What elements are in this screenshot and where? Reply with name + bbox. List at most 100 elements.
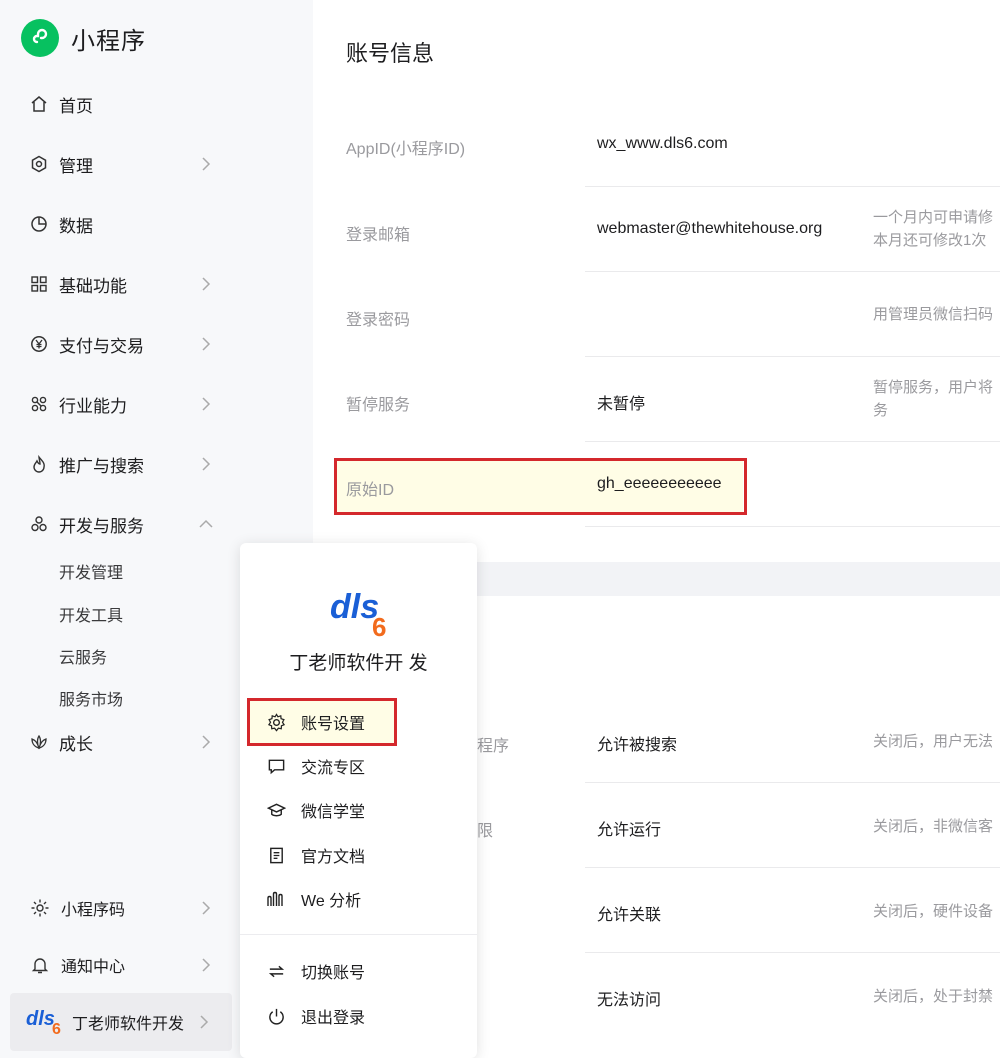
info-row-password: 登录密码 用管理员微信扫码: [313, 272, 1000, 357]
sidebar-item-label: 小程序码: [61, 902, 126, 919]
chevron-right-icon: [202, 457, 211, 471]
chevron-right-icon: [202, 277, 211, 291]
info-label: 登录密码: [346, 312, 411, 329]
settings-value: 无法访问: [597, 992, 662, 1009]
chat-bubble-icon: [266, 756, 286, 776]
miniprogram-logo-icon: [21, 19, 59, 57]
menu-item-label: 切换账号: [301, 965, 366, 982]
org-name: 丁老师软件开 发: [289, 653, 428, 674]
info-note: 本月还可修改1次: [873, 232, 987, 249]
menu-item-label: 官方文档: [301, 849, 366, 866]
settings-note: 关闭后，硬件设备: [873, 903, 994, 920]
brand[interactable]: 小程序: [21, 19, 146, 57]
menu-item-logout[interactable]: 退出登录: [266, 1001, 365, 1031]
highlight-frame-original-id: [334, 458, 747, 515]
settings-label: 限: [477, 823, 494, 840]
menu-item-label: 微信学堂: [301, 804, 366, 821]
chevron-up-icon: [199, 519, 213, 528]
sidebar-item-label: 首页: [59, 96, 93, 116]
molecule-icon: [30, 395, 48, 413]
sidebar-item-label: 推广与搜索: [59, 456, 144, 476]
account-dropdown: dls 6 丁老师软件开 发 账号设置 交流专区 微信学堂 官方文档 We 分析: [240, 543, 477, 1058]
yen-coin-icon: [30, 335, 48, 353]
sidebar-item-label: 行业能力: [59, 396, 127, 416]
sidebar-subitem-market[interactable]: 服务市场: [59, 686, 123, 710]
sidebar-item-payment[interactable]: 支付与交易: [30, 329, 220, 359]
dls6-logo: dls 6: [330, 588, 387, 642]
sidebar-subitem-dev-tools[interactable]: 开发工具: [59, 602, 123, 626]
bell-icon: [30, 955, 50, 975]
graduation-cap-icon: [266, 800, 286, 820]
info-note: 一个月内可申请修: [873, 209, 994, 226]
sidebar-item-label: 成长: [59, 734, 93, 754]
settings-value: 允许被搜索: [597, 737, 678, 754]
chevron-right-icon: [202, 958, 211, 972]
settings-label: 程序: [477, 738, 510, 755]
chevron-right-icon: [200, 1015, 209, 1029]
settings-value: 允许关联: [597, 907, 662, 924]
sidebar-item-manage[interactable]: 管理: [30, 149, 220, 179]
sun-code-icon: [30, 898, 50, 918]
highlight-frame-account-settings: [247, 698, 397, 746]
sidebar-item-home[interactable]: 首页: [30, 89, 220, 119]
flame-icon: [30, 455, 48, 473]
hexagon-settings-icon: [30, 155, 48, 173]
menu-item-we-analytics[interactable]: We 分析: [266, 884, 361, 914]
info-row-suspend: 暂停服务 未暂停 暂停服务，用户将 务: [313, 357, 1000, 442]
sidebar-item-label: 开发与服务: [59, 516, 144, 536]
menu-item-docs[interactable]: 官方文档: [266, 840, 365, 870]
menu-item-community[interactable]: 交流专区: [266, 751, 365, 781]
sidebar-item-label: 基础功能: [59, 276, 127, 296]
info-label: AppID(小程序ID): [346, 141, 466, 158]
switch-arrows-icon: [266, 961, 286, 981]
sidebar-item-basic[interactable]: 基础功能: [30, 269, 220, 299]
power-icon: [266, 1006, 286, 1026]
sidebar-item-qrcode[interactable]: 小程序码: [30, 893, 220, 923]
home-icon: [30, 95, 48, 113]
sidebar-item-label: 支付与交易: [59, 336, 144, 356]
info-note: 暂停服务，用户将: [873, 379, 994, 396]
info-note: 务: [873, 402, 889, 419]
sidebar-item-label: 通知中心: [61, 959, 126, 976]
sidebar-item-notifications[interactable]: 通知中心: [30, 950, 220, 980]
chevron-right-icon: [202, 397, 211, 411]
cluster-icon: [30, 515, 48, 533]
chevron-right-icon: [202, 901, 211, 915]
account-name: 丁老师软件开发: [72, 1016, 185, 1033]
lotus-icon: [30, 733, 48, 751]
sidebar-item-promotion[interactable]: 推广与搜索: [30, 449, 220, 479]
grid-apps-icon: [30, 275, 48, 293]
info-row-appid: AppID(小程序ID) wx_www.dls6.com: [313, 102, 1000, 187]
settings-note: 关闭后，非微信客: [873, 818, 994, 835]
menu-item-label: 退出登录: [301, 1010, 366, 1027]
chevron-right-icon: [202, 337, 211, 351]
sidebar-subitem-dev-manage[interactable]: 开发管理: [59, 559, 123, 583]
page-title: 账号信息: [346, 41, 435, 66]
sidebar-item-growth[interactable]: 成长: [30, 727, 220, 757]
document-icon: [266, 845, 286, 865]
info-value: webmaster@thewhitehouse.org: [597, 220, 823, 237]
chevron-right-icon: [202, 735, 211, 749]
analytics-icon: [266, 889, 286, 909]
menu-item-label: 交流专区: [301, 760, 366, 777]
info-label: 登录邮箱: [346, 227, 411, 244]
menu-item-wechat-academy[interactable]: 微信学堂: [266, 795, 365, 825]
menu-divider: [240, 934, 477, 935]
sidebar-subitem-cloud[interactable]: 云服务: [59, 644, 107, 668]
sidebar-item-data[interactable]: 数据: [30, 209, 220, 239]
pie-chart-icon: [30, 215, 48, 233]
account-switcher[interactable]: dls 6 丁老师软件开发: [10, 993, 232, 1051]
sidebar-item-industry[interactable]: 行业能力: [30, 389, 220, 419]
sidebar-item-dev-service[interactable]: 开发与服务: [30, 509, 220, 539]
menu-item-label: We 分析: [301, 893, 362, 910]
info-value: 未暂停: [597, 396, 646, 413]
menu-item-switch-account[interactable]: 切换账号: [266, 956, 365, 986]
brand-title: 小程序: [71, 27, 146, 55]
chevron-right-icon: [202, 157, 211, 171]
info-value: wx_www.dls6.com: [597, 135, 728, 152]
sidebar-item-label: 数据: [59, 216, 93, 236]
sidebar-item-label: 管理: [59, 156, 93, 176]
account-logo-icon: dls 6: [26, 1008, 61, 1038]
info-note: 用管理员微信扫码: [873, 306, 994, 323]
row-divider: [585, 526, 1000, 527]
